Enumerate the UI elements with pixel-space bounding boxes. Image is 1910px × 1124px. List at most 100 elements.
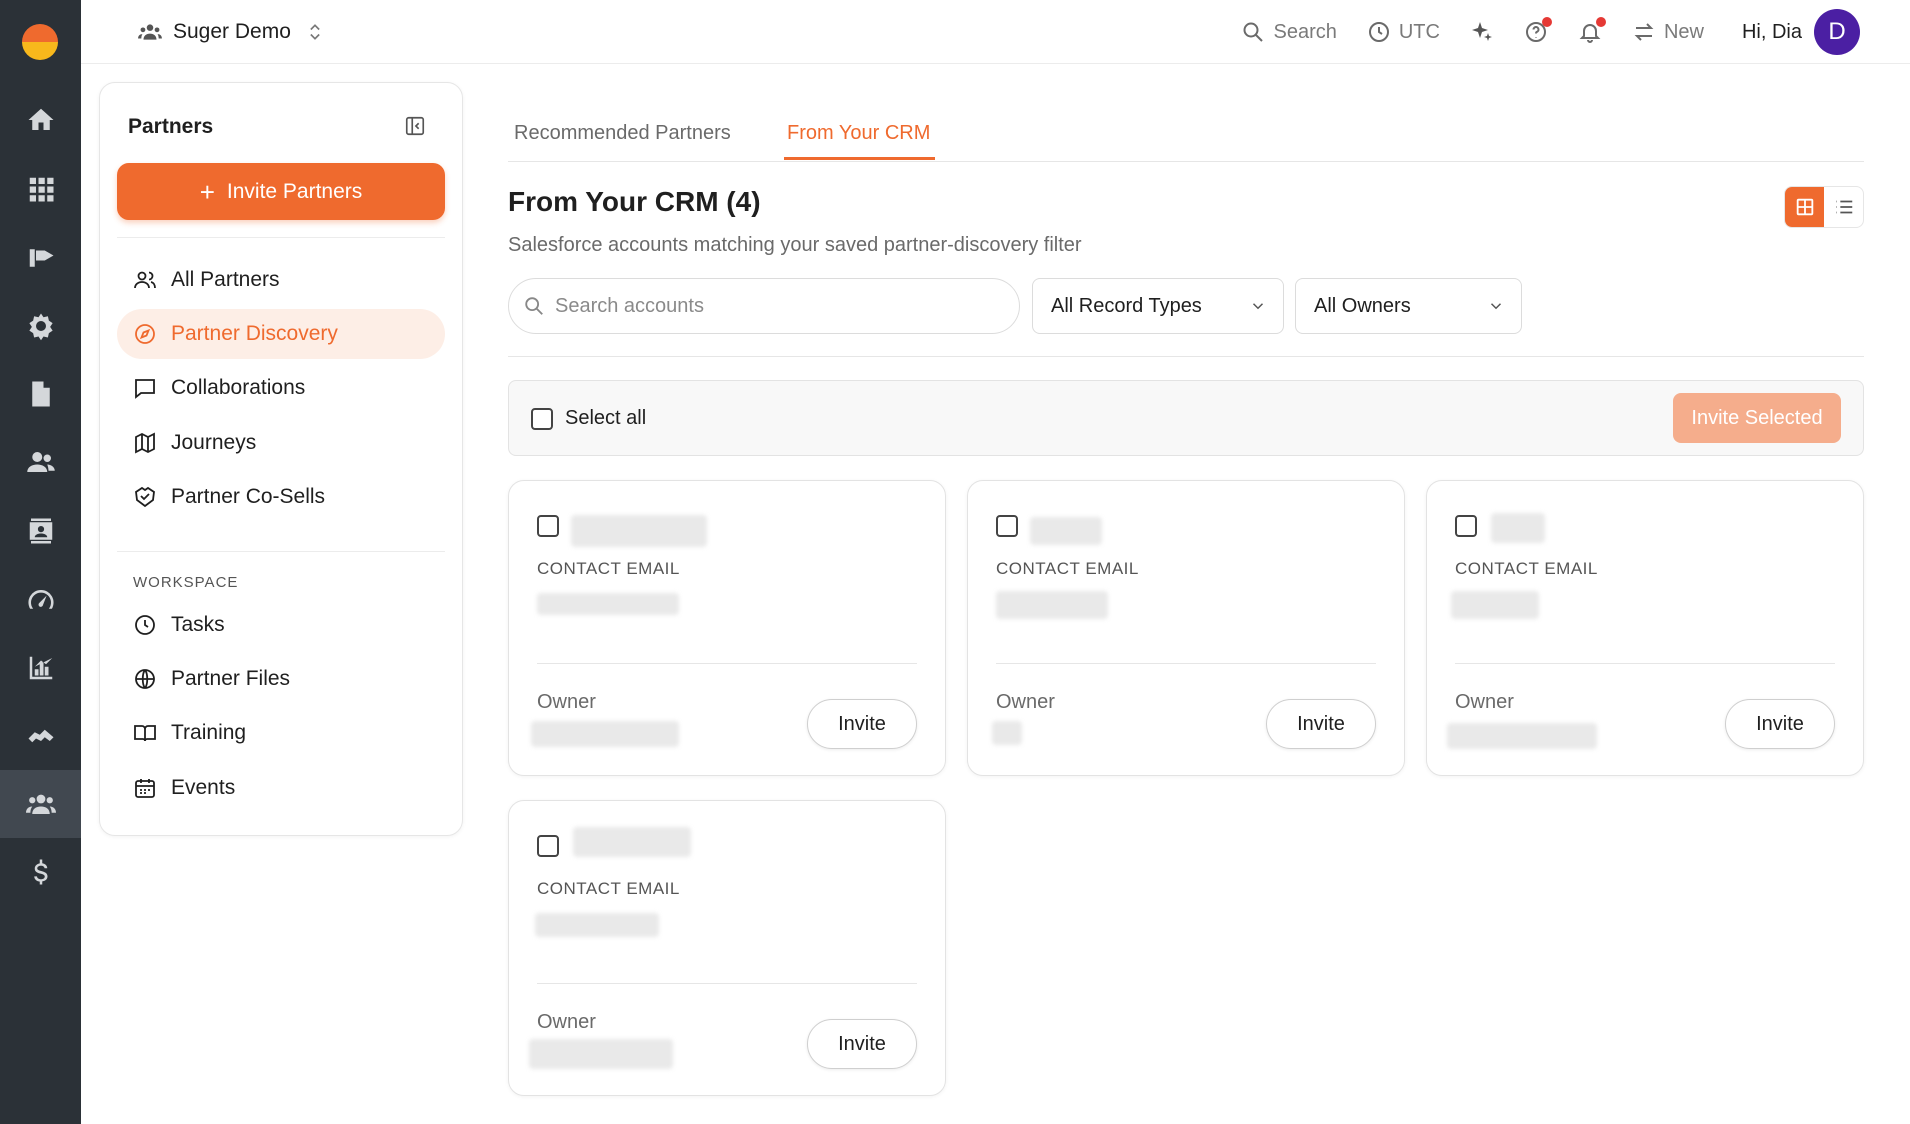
redacted-owner-name [1447,723,1597,749]
invite-button[interactable]: Invite [807,1019,917,1069]
sidebar-item-partner-files[interactable]: Partner Files [117,654,445,704]
divider [537,983,917,984]
redacted-account-name [1491,513,1545,543]
sidebar-item-label: Partner Co-Sells [171,485,326,508]
divider [537,663,917,664]
plus-icon: + [199,176,215,207]
page-title: From Your CRM (4) [508,186,761,217]
sidebar-item-label: Partner Discovery [171,322,338,345]
help-button[interactable] [1524,17,1552,44]
workspace-switcher[interactable]: Suger Demo [137,14,325,50]
record-type-select[interactable]: All Record Types [1032,278,1284,334]
globe-icon [135,669,155,689]
invite-button[interactable]: Invite [807,699,917,749]
owner-select[interactable]: All Owners [1295,278,1522,334]
partners-sidebar: Partners + Invite Partners All Partners … [99,82,463,836]
select-all[interactable]: Select all [531,407,646,430]
users-icon [134,271,156,289]
contact-card-icon[interactable] [0,497,81,565]
grid-icon[interactable] [0,155,81,223]
contact-email-label: CONTACT EMAIL [537,879,680,898]
icon-rail [0,0,81,1124]
calendar-icon [135,779,155,798]
tab-from-your-crm[interactable]: From Your CRM [784,122,936,160]
avatar[interactable]: D [1814,9,1860,55]
sidebar-item-label: Events [171,776,236,799]
invite-selected-button[interactable]: Invite Selected [1673,393,1841,443]
partners-icon[interactable] [0,770,81,838]
sidebar-item-partner-discovery[interactable]: Partner Discovery [117,309,445,359]
help-notification-dot [1541,17,1552,27]
app-logo[interactable] [22,24,58,60]
sparkle-icon [1471,22,1492,41]
top-actions: Search UTC New Hi, Dia D [1211,9,1860,55]
view-toggle [1784,186,1864,228]
chat-icon [135,379,155,399]
ai-button[interactable] [1470,20,1494,44]
compass-icon [135,324,155,344]
grid-view-button[interactable] [1785,187,1824,227]
notifications-button[interactable] [1578,17,1606,44]
redacted-owner-name [531,721,679,747]
select-all-checkbox[interactable] [531,407,553,430]
team-icon [138,24,162,40]
timezone-button[interactable]: UTC [1367,20,1440,44]
home-icon[interactable] [0,86,81,154]
chart-icon[interactable] [0,634,81,702]
people-icon[interactable] [0,428,81,496]
owner-label: Owner [996,691,1055,713]
chevron-up-down-icon [310,24,320,40]
owner-value: All Owners [1314,294,1411,317]
workspace-name: Suger Demo [173,20,291,43]
search-icon [1243,22,1264,42]
invite-partners-button[interactable]: + Invite Partners [117,163,445,220]
new-label: New [1663,20,1704,43]
speedometer-icon[interactable] [0,566,81,634]
redacted-contact-email [1451,591,1539,619]
sidebar-item-events[interactable]: Events [117,763,445,813]
sidebar-item-all-partners[interactable]: All Partners [117,255,445,305]
grid-view-icon [1796,198,1813,216]
clock-icon [1368,22,1389,42]
redacted-contact-email [996,591,1108,619]
search-input[interactable] [555,294,975,318]
divider [117,551,445,552]
new-button[interactable]: New [1632,20,1704,44]
card-checkbox[interactable] [537,835,559,857]
dollar-icon[interactable] [0,838,81,906]
card-checkbox[interactable] [996,515,1018,537]
bulk-action-bar: Select all Invite Selected [508,380,1864,456]
collapse-sidebar-icon[interactable] [404,115,426,137]
gear-icon[interactable] [0,292,81,360]
page-subtitle: Salesforce accounts matching your saved … [508,234,1082,256]
divider [996,663,1376,664]
swap-icon [1634,23,1654,41]
account-card: CONTACT EMAIL Owner Invite [508,800,946,1096]
timezone-label: UTC [1398,20,1440,43]
invite-button[interactable]: Invite [1266,699,1376,749]
search-button[interactable]: Search [1241,20,1337,44]
handshake-icon[interactable] [0,702,81,770]
card-checkbox[interactable] [537,515,559,537]
invite-button[interactable]: Invite [1725,699,1835,749]
flag-icon[interactable] [0,224,81,292]
sidebar-item-tasks[interactable]: Tasks [117,600,445,650]
sidebar-item-training[interactable]: Training [117,708,445,758]
redacted-owner-name [529,1039,673,1069]
top-bar: Suger Demo Search UTC New Hi, Dia D [81,0,1910,64]
document-icon[interactable] [0,360,81,428]
list-view-button[interactable] [1824,187,1863,227]
invite-partners-label: Invite Partners [226,179,363,203]
notification-dot [1595,17,1606,27]
account-card: CONTACT EMAIL Owner Invite [1426,480,1864,776]
owner-label: Owner [537,691,596,713]
redacted-contact-email [535,913,659,937]
sidebar-item-journeys[interactable]: Journeys [117,418,445,468]
card-checkbox[interactable] [1455,515,1477,537]
sidebar-item-collaborations[interactable]: Collaborations [117,363,445,413]
sidebar-item-partner-co-sells[interactable]: Partner Co-Sells [117,472,445,522]
tab-recommended-partners[interactable]: Recommended Partners [514,122,731,157]
sidebar-item-label: Collaborations [171,376,306,399]
sidebar-title: Partners [128,115,214,138]
redacted-contact-email [537,593,679,615]
